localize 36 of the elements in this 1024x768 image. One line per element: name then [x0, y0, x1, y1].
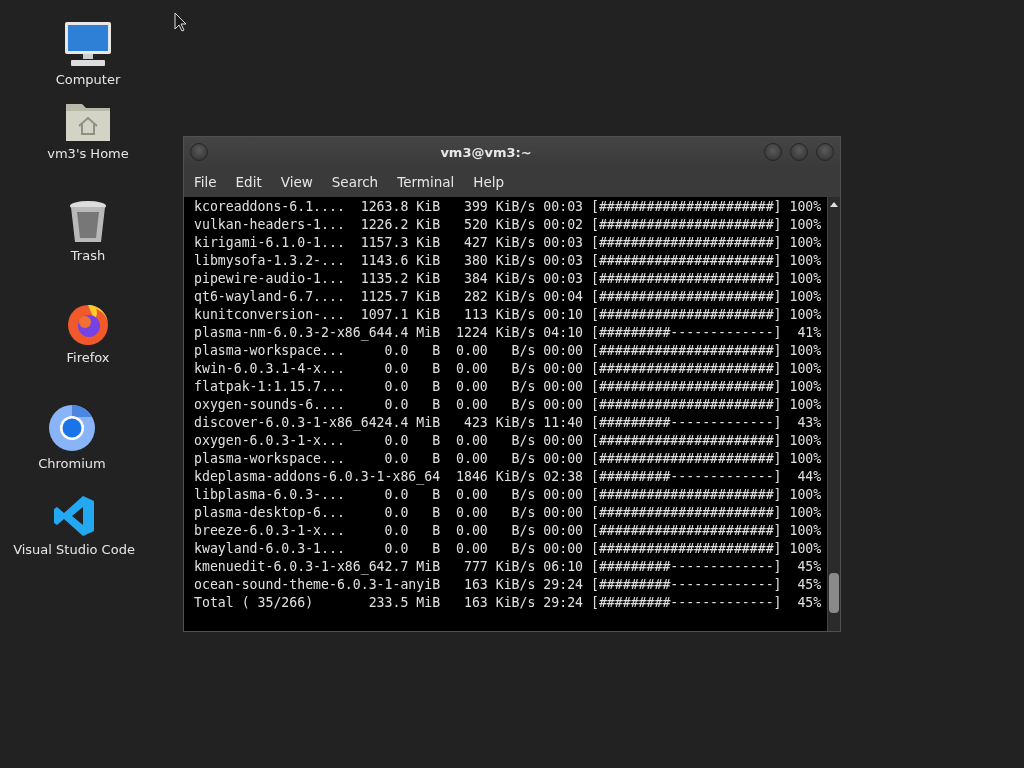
terminal-line: Total ( 35/266) 233.5 MiB 163 KiB/s 29:24 [#########-------------] 45%: [194, 594, 823, 612]
terminal-line: pipewire-audio-1... 1135.2 KiB 384 KiB/s 00:03 [######################] 100%: [194, 270, 823, 288]
window-title: vm3@vm3:~: [439, 144, 533, 160]
menu-item[interactable]: Terminal: [389, 172, 463, 192]
menu-item[interactable]: File: [186, 172, 225, 192]
terminal-line: plasma-workspace... 0.0 B 0.00 B/s 00:00 [######################] 100%: [194, 342, 823, 360]
terminal-line: kwin-6.0.3.1-4-x... 0.0 B 0.00 B/s 00:00 [######################] 100%: [194, 360, 823, 378]
terminal-line: plasma-workspace... 0.0 B 0.00 B/s 00:00 [######################] 100%: [194, 450, 823, 468]
terminal-line: qt6-wayland-6.7.... 1125.7 KiB 282 KiB/s 00:04 [######################] 100%: [194, 288, 823, 306]
terminal-line: flatpak-1:1.15.7... 0.0 B 0.00 B/s 00:00 [######################] 100%: [194, 378, 823, 396]
terminal-line: libplasma-6.0.3-... 0.0 B 0.00 B/s 00:00 [######################] 100%: [194, 486, 823, 504]
terminal-line: oxygen-6.0.3-1-x... 0.0 B 0.00 B/s 00:00 [######################] 100%: [194, 432, 823, 450]
terminal-line: plasma-desktop-6... 0.0 B 0.00 B/s 00:00 [######################] 100%: [194, 504, 823, 522]
icon-label: vm3's Home: [47, 146, 129, 161]
terminal-line: kcoreaddons-6.1.... 1263.8 KiB 399 KiB/s 00:03 [######################] 100%: [194, 198, 823, 216]
terminal-line: vulkan-headers-1... 1226.2 KiB 520 KiB/s 00:02 [######################] 100%: [194, 216, 823, 234]
terminal-line: breeze-6.0.3-1-x... 0.0 B 0.00 B/s 00:00 [######################] 100%: [194, 522, 823, 540]
terminal-line: ocean-sound-theme-6.0.3-1-anyiB 163 KiB/s 29:24 [#########-------------] 45%: [194, 576, 823, 594]
terminal-line: kmenuedit-6.0.3-1-x86_642.7 MiB 777 KiB/s 06:10 [#########-------------] 45%: [194, 558, 823, 576]
terminal-line: discover-6.0.3-1-x86_6424.4 MiB 423 KiB/s 11:40 [#########-------------] 43%: [194, 414, 823, 432]
menu-item[interactable]: Help: [465, 172, 513, 192]
terminal-line: kunitconversion-... 1097.1 KiB 113 KiB/s 00:10 [######################] 100%: [194, 306, 823, 324]
icon-label: Visual Studio Code: [13, 542, 135, 557]
menu-item[interactable]: View: [272, 172, 321, 192]
terminal-line: plasma-nm-6.0.3-2-x86_644.4 MiB 1224 KiB/s 04:10 [#########-------------] 41%: [194, 324, 823, 342]
menu-item[interactable]: Edit: [227, 172, 270, 192]
terminal-line: kwayland-6.0.3-1... 0.0 B 0.00 B/s 00:00 [######################] 100%: [194, 540, 823, 558]
terminal-line: kirigami-6.1.0-1... 1157.3 KiB 427 KiB/s 00:03 [######################] 100%: [194, 234, 823, 252]
menu-item[interactable]: Search: [323, 172, 387, 192]
terminal-line: libmysofa-1.3.2-... 1143.6 KiB 380 KiB/s 00:03 [######################] 100%: [194, 252, 823, 270]
icon-label: Chromium: [38, 456, 106, 471]
terminal-line: kdeplasma-addons-6.0.3-1-x86_64 1846 KiB/s 02:38 [#########-------------] 44%: [194, 468, 823, 486]
icon-label: Trash: [70, 248, 106, 263]
icon-label: Firefox: [66, 350, 110, 365]
icon-label: Computer: [55, 72, 121, 87]
terminal-line: oxygen-sounds-6.... 0.0 B 0.00 B/s 00:00 [######################] 100%: [194, 396, 823, 414]
